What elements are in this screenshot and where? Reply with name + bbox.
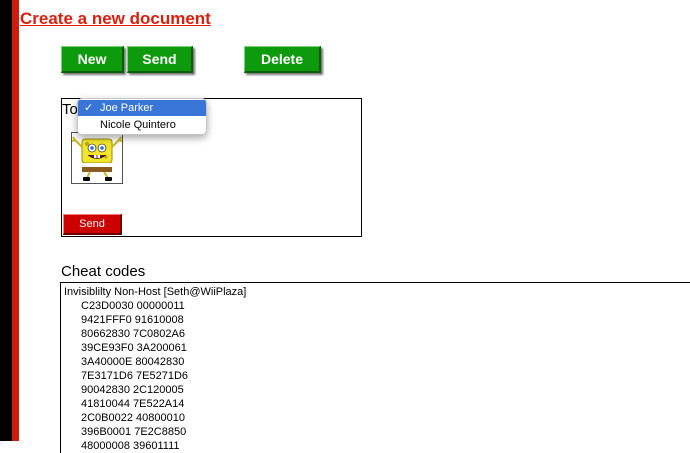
- left-accent-bar: [12, 0, 19, 441]
- new-button[interactable]: New: [61, 46, 124, 73]
- recipient-dropdown[interactable]: ✓ Joe Parker Nicole Quintero: [77, 98, 207, 135]
- code-line: 3A40000E 80042830: [81, 356, 185, 368]
- checkmark-icon: ✓: [84, 102, 94, 114]
- recipient-option-label: Joe Parker: [100, 102, 154, 114]
- code-line: 90042830 2C120005: [81, 384, 184, 396]
- sponge-character-icon: [72, 136, 122, 181]
- delete-button[interactable]: Delete: [244, 46, 321, 73]
- send-to-recipient-button[interactable]: Send: [63, 214, 122, 235]
- to-label: To: [62, 101, 78, 118]
- code-line: 39CE93F0 3A200061: [81, 342, 187, 354]
- recipient-option-nicole-quintero[interactable]: Nicole Quintero: [78, 117, 206, 133]
- left-rail: [0, 0, 12, 441]
- recipient-option-joe-parker[interactable]: ✓ Joe Parker: [78, 100, 206, 116]
- code-line: C23D0030 00000011: [81, 300, 185, 312]
- code-line: 7E3171D6 7E5271D6: [81, 370, 189, 382]
- code-line: 396B0001 7E2C8850: [81, 426, 187, 438]
- code-line: 41810044 7E522A14: [81, 398, 185, 410]
- code-line: 80662830 7C0802A6: [81, 328, 185, 340]
- recipient-avatar: [71, 132, 123, 184]
- code-title-line: Invisiblilty Non-Host [Seth@WiiPlaza]: [64, 286, 247, 298]
- recipient-option-label: Nicole Quintero: [100, 119, 176, 131]
- send-button[interactable]: Send: [127, 46, 193, 73]
- code-line: 48000008 39601111: [81, 440, 180, 452]
- cheat-codes-textarea[interactable]: Invisiblilty Non-Host [Seth@WiiPlaza] C2…: [60, 282, 690, 453]
- code-line: 2C0B0022 40800010: [81, 412, 185, 424]
- cheat-codes-heading: Cheat codes: [61, 263, 146, 280]
- code-line: 9421FFF0 91610008: [81, 314, 184, 326]
- page-title-link[interactable]: Create a new document: [20, 9, 211, 29]
